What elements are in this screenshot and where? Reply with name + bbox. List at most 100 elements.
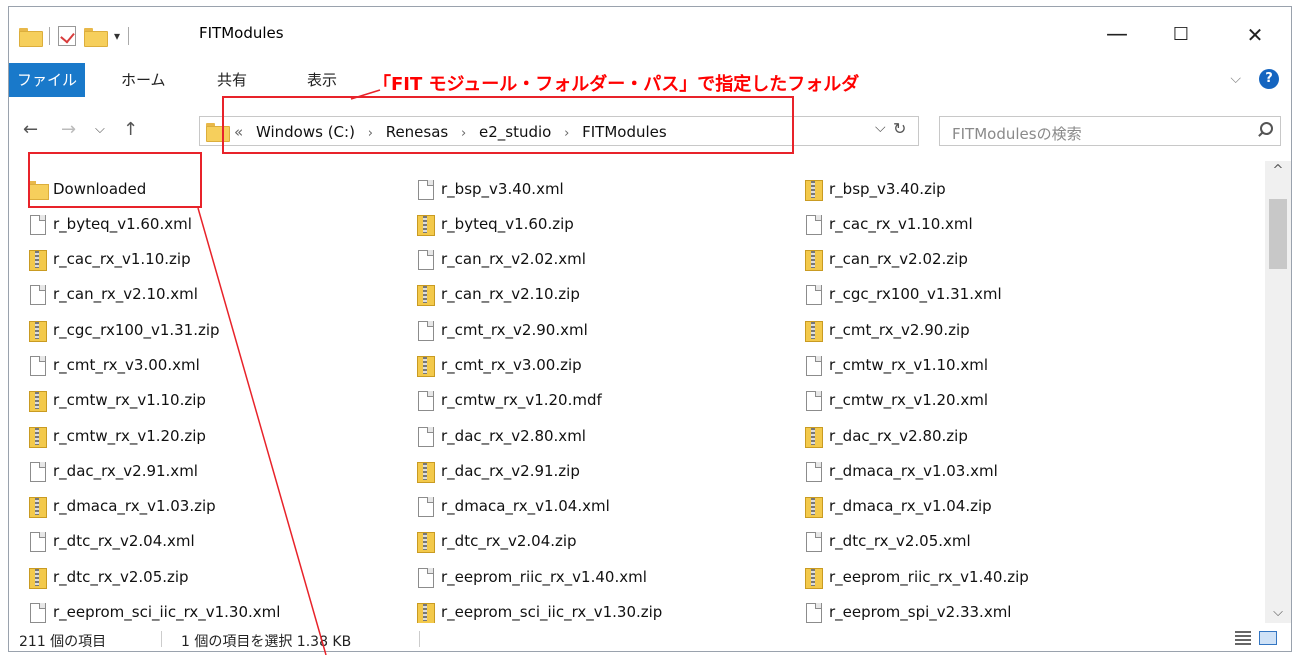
properties-icon[interactable] <box>58 26 76 46</box>
file-name: r_dac_rx_v2.91.xml <box>53 461 198 480</box>
search-box[interactable]: FITModulesの検索 <box>939 116 1281 146</box>
zip-file-icon <box>27 389 47 413</box>
file-name: r_bsp_v3.40.zip <box>829 179 946 198</box>
file-item[interactable]: r_dmaca_rx_v1.03.zip <box>27 489 415 524</box>
file-item[interactable]: r_dtc_rx_v2.05.xml <box>803 524 1223 559</box>
customize-toolbar-icon[interactable]: ▾ <box>114 29 120 43</box>
file-item[interactable]: r_dtc_rx_v2.05.zip <box>27 559 415 594</box>
file-item[interactable]: r_eeprom_sci_iic_rx_v1.30.zip <box>415 595 803 623</box>
selection-info: 1 個の項目を選択 1.38 KB <box>181 634 352 650</box>
close-button[interactable]: ✕ <box>1235 21 1275 49</box>
up-arrow-icon[interactable]: ↑ <box>123 119 138 140</box>
tab-share[interactable]: 共有 <box>217 63 247 97</box>
file-item[interactable]: r_bsp_v3.40.xml <box>415 171 803 206</box>
document-icon <box>803 530 823 553</box>
file-item[interactable]: r_dac_rx_v2.80.zip <box>803 418 1223 453</box>
document-icon <box>27 213 47 235</box>
file-name: r_dmaca_rx_v1.04.zip <box>829 497 992 516</box>
file-item[interactable]: r_can_rx_v2.10.xml <box>27 277 415 312</box>
file-item[interactable]: r_eeprom_riic_rx_v1.40.zip <box>803 559 1223 594</box>
file-item[interactable]: r_dmaca_rx_v1.04.zip <box>803 489 1223 524</box>
file-item[interactable]: r_dmaca_rx_v1.04.xml <box>415 489 803 524</box>
document-icon <box>415 248 435 271</box>
file-name: r_byteq_v1.60.xml <box>53 214 192 233</box>
large-icons-view-icon[interactable] <box>1259 631 1277 645</box>
expand-ribbon-icon[interactable]: ⌵ <box>1230 71 1241 87</box>
address-highlight-box <box>222 96 794 154</box>
scroll-down-icon[interactable]: ⌵ <box>1265 603 1291 623</box>
maximize-button[interactable]: ☐ <box>1161 21 1201 49</box>
new-folder-icon[interactable] <box>84 27 108 47</box>
document-icon <box>27 530 47 553</box>
file-name: r_dac_rx_v2.91.zip <box>441 461 580 480</box>
tab-file[interactable]: ファイル <box>9 63 85 97</box>
status-divider <box>161 631 162 647</box>
minimize-button[interactable]: — <box>1097 21 1137 49</box>
file-item[interactable]: r_dac_rx_v2.91.zip <box>415 453 803 488</box>
search-input[interactable]: FITModulesの検索 <box>952 123 1082 144</box>
address-dropdown-icon[interactable]: ⌵ <box>875 120 886 136</box>
back-arrow-icon[interactable]: ← <box>23 119 38 140</box>
file-item[interactable]: r_cmtw_rx_v1.10.zip <box>27 383 415 418</box>
tab-view[interactable]: 表示 <box>307 63 337 97</box>
file-item[interactable]: r_can_rx_v2.02.zip <box>803 242 1223 277</box>
file-item[interactable]: r_eeprom_spi_v2.33.xml <box>803 595 1223 623</box>
folder-icon <box>19 27 43 47</box>
tab-home[interactable]: ホーム <box>121 63 166 97</box>
file-item[interactable]: r_cmt_rx_v3.00.zip <box>415 347 803 382</box>
file-item[interactable]: r_dac_rx_v2.91.xml <box>27 453 415 488</box>
file-name: r_dtc_rx_v2.04.xml <box>53 532 195 551</box>
file-item[interactable]: r_cac_rx_v1.10.zip <box>27 242 415 277</box>
file-name: r_eeprom_sci_iic_rx_v1.30.zip <box>441 603 663 622</box>
file-item[interactable]: r_dac_rx_v2.80.xml <box>415 418 803 453</box>
search-icon[interactable] <box>1256 121 1273 137</box>
file-grid: Downloaded r_bsp_v3.40.xml r_bsp_v3.40.zip… <box>27 171 1223 623</box>
file-item[interactable]: r_dtc_rx_v2.04.zip <box>415 524 803 559</box>
refresh-icon[interactable]: ↻ <box>893 119 906 138</box>
help-icon[interactable]: ? <box>1259 69 1279 89</box>
file-name: r_dmaca_rx_v1.03.xml <box>829 461 998 480</box>
file-item[interactable]: r_byteq_v1.60.zip <box>415 206 803 241</box>
file-name: r_dmaca_rx_v1.04.xml <box>441 497 610 516</box>
scroll-up-icon[interactable]: ^ <box>1265 161 1291 181</box>
file-item[interactable]: r_eeprom_riic_rx_v1.40.xml <box>415 559 803 594</box>
file-name: r_can_rx_v2.10.zip <box>441 285 580 304</box>
document-icon <box>415 319 435 341</box>
scroll-thumb[interactable] <box>1269 199 1287 269</box>
file-name: r_cmtw_rx_v1.20.zip <box>53 426 206 445</box>
document-icon <box>415 566 435 588</box>
file-item[interactable]: r_cmtw_rx_v1.20.zip <box>27 418 415 453</box>
file-item[interactable]: r_cmt_rx_v2.90.zip <box>803 312 1223 347</box>
file-item[interactable]: r_dtc_rx_v2.04.xml <box>27 524 415 559</box>
file-item[interactable]: r_dmaca_rx_v1.03.xml <box>803 453 1223 488</box>
details-view-icon[interactable] <box>1235 631 1251 645</box>
file-item[interactable]: r_cgc_rx100_v1.31.zip <box>27 312 415 347</box>
zip-file-icon <box>27 566 47 589</box>
file-item[interactable]: r_byteq_v1.60.xml <box>27 206 415 241</box>
file-name: r_cmtw_rx_v1.10.zip <box>53 391 206 410</box>
file-name: r_cmtw_rx_v1.10.xml <box>829 355 989 374</box>
file-item[interactable]: r_cmtw_rx_v1.20.xml <box>803 383 1223 418</box>
toolbar-divider <box>128 27 130 45</box>
file-item[interactable]: r_cmt_rx_v2.90.xml <box>415 312 803 347</box>
document-icon <box>803 283 823 306</box>
file-name: r_can_rx_v2.10.xml <box>53 285 198 304</box>
file-item[interactable]: r_cmtw_rx_v1.20.mdf <box>415 383 803 418</box>
file-item[interactable]: r_cgc_rx100_v1.31.xml <box>803 277 1223 312</box>
file-item[interactable]: r_cac_rx_v1.10.xml <box>803 206 1223 241</box>
recent-locations-icon[interactable]: ⌵ <box>95 122 105 137</box>
forward-arrow-icon[interactable]: → <box>61 119 76 140</box>
title-bar: ▾ FITModules — ☐ ✕ <box>9 7 1291 63</box>
file-name: r_dtc_rx_v2.05.zip <box>53 567 189 586</box>
file-item[interactable]: r_cmt_rx_v3.00.xml <box>27 347 415 382</box>
document-icon <box>27 460 47 482</box>
file-item[interactable]: r_eeprom_sci_iic_rx_v1.30.xml <box>27 595 415 623</box>
quick-access-toolbar: ▾ <box>19 23 130 49</box>
file-item[interactable]: r_cmtw_rx_v1.10.xml <box>803 347 1223 382</box>
vertical-scrollbar[interactable]: ^ ⌵ <box>1265 161 1291 623</box>
zip-file-icon <box>415 460 435 483</box>
file-item[interactable]: r_bsp_v3.40.zip <box>803 171 1223 206</box>
file-item[interactable]: r_can_rx_v2.10.zip <box>415 277 803 312</box>
document-icon <box>803 601 823 623</box>
file-item[interactable]: r_can_rx_v2.02.xml <box>415 242 803 277</box>
